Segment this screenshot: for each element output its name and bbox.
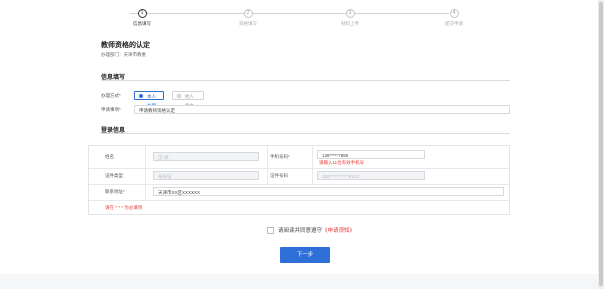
- page-title: 教师资格的认定: [101, 42, 150, 49]
- idnum-input[interactable]: 320***********8123: [317, 171, 425, 180]
- idtype-label: 证件类型: [105, 173, 123, 178]
- agreement-row: 请阅读并同意遵守《申请须知》: [267, 226, 355, 235]
- step-1: 1 信息填写: [112, 9, 172, 27]
- step-label: 提交申请: [445, 21, 463, 26]
- step-3: 3 材料上传: [320, 9, 380, 27]
- method-label: 办理方式*: [101, 93, 121, 98]
- form-error: 请在 * * * 为必填项: [105, 205, 143, 210]
- phone-error: 请输入11位有效手机号: [319, 160, 365, 165]
- name-label: 姓名: [105, 154, 114, 159]
- radio-circle-icon: [177, 94, 181, 98]
- address-label: 联系地址*: [105, 189, 125, 194]
- grid-divider: [145, 146, 146, 200]
- agreement-text: 请阅读并同意遵守: [278, 228, 323, 234]
- main-card: 1 信息填写 2 资格填写 3 材料上传 4 提交申请 教师资格的认定 办理部门…: [0, 0, 598, 274]
- step-number: 1: [137, 9, 147, 18]
- page-subtitle: 办理部门：天津市教委: [101, 52, 146, 57]
- idtype-select[interactable]: 身份证: [153, 171, 259, 180]
- progress-steps: 1 信息填写 2 资格填写 3 材料上传 4 提交申请: [104, 9, 488, 31]
- grid-divider: [267, 146, 268, 184]
- step-number: 3: [345, 9, 355, 18]
- address-input[interactable]: 天津市XX区XXXXXX: [153, 187, 504, 196]
- login-form-grid: 姓名 王*某 手机号码* 138*****7865 请输入11位有效手机号 证件…: [88, 145, 510, 215]
- step-4: 4 提交申请: [424, 9, 484, 27]
- phone-label: 手机号码*: [270, 154, 290, 159]
- matter-field[interactable]: 申请教师资格认定: [134, 105, 510, 114]
- grid-divider: [89, 200, 509, 201]
- radio-circle-icon: [139, 94, 143, 98]
- section-divider: [101, 80, 510, 81]
- step-number: 4: [449, 9, 459, 18]
- grid-divider: [89, 184, 509, 185]
- radio-self[interactable]: 本人办理: [134, 91, 164, 108]
- step-2: 2 资格填写: [218, 9, 278, 27]
- idnum-label: 证件号码: [270, 173, 288, 178]
- agreement-link[interactable]: 《申请须知》: [322, 228, 355, 234]
- step-number: 2: [243, 9, 253, 18]
- section-divider: [101, 133, 510, 134]
- step-label: 材料上传: [341, 21, 359, 26]
- scrollbar-thumb[interactable]: [599, 2, 603, 286]
- name-input[interactable]: 王*某: [153, 152, 259, 161]
- step-label: 资格填写: [239, 21, 257, 26]
- phone-input[interactable]: 138*****7865: [317, 150, 425, 159]
- scrollbar[interactable]: [598, 0, 604, 289]
- radio-proxy[interactable]: 他人代办: [172, 91, 204, 108]
- step-label: 信息填写: [133, 21, 151, 26]
- grid-divider: [312, 146, 313, 184]
- grid-divider: [89, 168, 509, 169]
- agree-checkbox[interactable]: [267, 227, 274, 235]
- matter-label: 申请事项*: [101, 107, 121, 112]
- next-button[interactable]: 下一步: [280, 247, 330, 263]
